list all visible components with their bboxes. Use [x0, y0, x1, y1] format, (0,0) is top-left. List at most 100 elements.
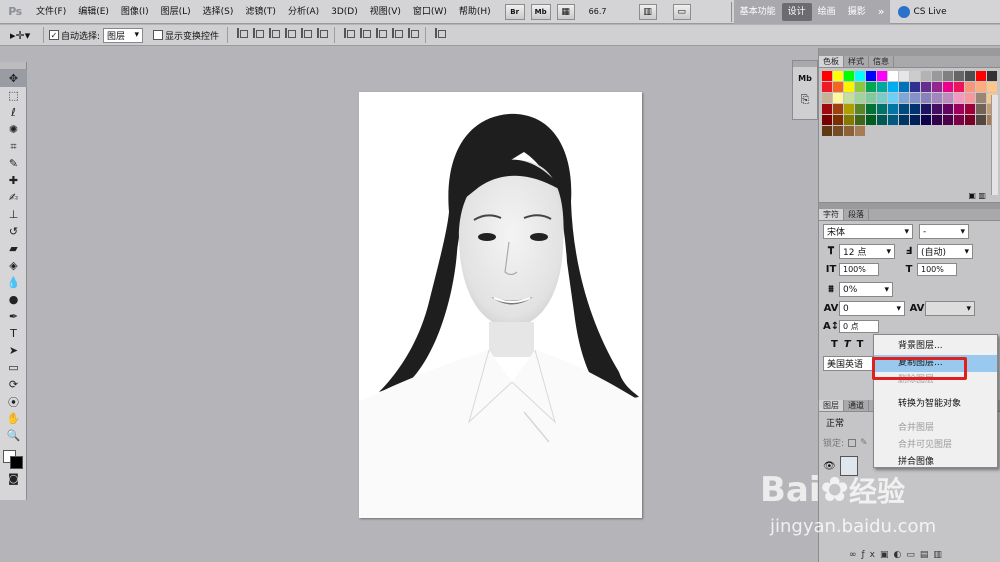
color-swatches[interactable]: [0, 444, 26, 470]
swatch[interactable]: [976, 115, 986, 125]
align-icon-1[interactable]: [251, 27, 265, 39]
swatch-buttons[interactable]: ▣ ▥: [968, 191, 986, 200]
swatch[interactable]: [822, 126, 832, 136]
zoom-tool-icon[interactable]: 🔍: [0, 427, 27, 444]
blend-mode-dropdown[interactable]: 正常: [823, 415, 873, 430]
arrange-icon[interactable]: ▥: [638, 3, 657, 20]
swatch[interactable]: [943, 82, 953, 92]
swatch[interactable]: [954, 71, 964, 81]
align-icon-7[interactable]: [358, 27, 372, 39]
align-icon-3[interactable]: [283, 27, 297, 39]
pen-tool-icon[interactable]: ✒: [0, 308, 27, 325]
swatch[interactable]: [866, 82, 876, 92]
show-transform-checkbox[interactable]: [153, 30, 164, 40]
swatch[interactable]: [899, 71, 909, 81]
mini-bridge-button[interactable]: Mb: [530, 3, 551, 20]
mini-bridge-panel-icon[interactable]: Mb: [793, 67, 817, 89]
screen-mode-icon[interactable]: ▭: [672, 3, 691, 20]
swatch[interactable]: [976, 93, 986, 103]
align-icon-2[interactable]: [267, 27, 281, 39]
swatch[interactable]: [855, 104, 865, 114]
swatch[interactable]: [855, 115, 865, 125]
lock-pixels-icon[interactable]: ✎: [860, 438, 868, 448]
swatch[interactable]: [932, 82, 942, 92]
workspace-design[interactable]: 设计: [781, 2, 812, 21]
menu-item-7[interactable]: 3D(D): [325, 0, 364, 24]
swatch[interactable]: [822, 82, 832, 92]
tab-char-tabs-0[interactable]: 字符: [819, 209, 844, 220]
workspace-photo[interactable]: 摄影: [842, 0, 872, 24]
tab-color-tabs-1[interactable]: 样式: [844, 56, 869, 67]
crop-tool-icon[interactable]: ⌗: [0, 138, 27, 155]
swatch[interactable]: [910, 115, 920, 125]
align-icon-4[interactable]: [299, 27, 313, 39]
workspace-paint[interactable]: 绘画: [812, 0, 842, 24]
shape-tool-icon[interactable]: ▭: [0, 359, 27, 376]
swatch[interactable]: [877, 104, 887, 114]
3d-rotate-tool-icon[interactable]: ⟳: [0, 376, 27, 393]
lock-transparency-icon[interactable]: [848, 438, 857, 447]
quick-mask-icon[interactable]: ◙: [0, 470, 27, 487]
swatch[interactable]: [965, 104, 975, 114]
swatch[interactable]: [910, 82, 920, 92]
context-menu-item-7[interactable]: 合并可见图层: [874, 437, 997, 454]
swatch[interactable]: [943, 115, 953, 125]
zoom-level[interactable]: 66.7: [589, 7, 633, 16]
bucket-tool-icon[interactable]: ◈: [0, 257, 27, 274]
type-tool-icon[interactable]: T: [0, 325, 27, 342]
swatch[interactable]: [965, 93, 975, 103]
cs-live-button[interactable]: CS Live: [898, 5, 947, 18]
swatch[interactable]: [866, 115, 876, 125]
auto-select-dropdown[interactable]: 图层 ▾: [103, 27, 144, 43]
swatch[interactable]: [888, 115, 898, 125]
view-extras-icon[interactable]: ▦: [556, 3, 575, 20]
swatch[interactable]: [888, 71, 898, 81]
bridge-button[interactable]: Br: [504, 3, 525, 20]
swatch[interactable]: [987, 71, 997, 81]
tracking-pct-dropdown[interactable]: 0% ▾: [839, 282, 893, 297]
swatch[interactable]: [822, 71, 832, 81]
align-icon-0[interactable]: [235, 27, 249, 39]
swatch[interactable]: [954, 82, 964, 92]
swatch[interactable]: [844, 126, 854, 136]
swatch[interactable]: [932, 71, 942, 81]
tracking-dropdown[interactable]: ▾: [925, 301, 975, 316]
swatch[interactable]: [965, 82, 975, 92]
swatch[interactable]: [855, 93, 865, 103]
swatch[interactable]: [877, 82, 887, 92]
swatch[interactable]: [899, 115, 909, 125]
kerning-dropdown[interactable]: 0 ▾: [839, 301, 905, 316]
font-style-dropdown[interactable]: - ▾: [919, 224, 969, 239]
swatch[interactable]: [877, 93, 887, 103]
swatches-scrollbar[interactable]: [991, 95, 998, 195]
eraser-tool-icon[interactable]: ▰: [0, 240, 27, 257]
dodge-tool-icon[interactable]: ●: [0, 291, 27, 308]
context-menu-item-6[interactable]: 合并图层: [874, 420, 997, 437]
swatch[interactable]: [976, 104, 986, 114]
brush-tool-icon[interactable]: ✍: [0, 189, 27, 206]
swatch[interactable]: [833, 71, 843, 81]
lasso-tool-icon[interactable]: ℓ: [0, 104, 27, 121]
swatch[interactable]: [855, 82, 865, 92]
swatch[interactable]: [844, 71, 854, 81]
swatch[interactable]: [833, 82, 843, 92]
swatch[interactable]: [866, 93, 876, 103]
swatch[interactable]: [910, 71, 920, 81]
swatch[interactable]: [976, 82, 986, 92]
menu-item-10[interactable]: 帮助(H): [453, 0, 497, 24]
swatch[interactable]: [976, 71, 986, 81]
vertical-scale-input[interactable]: 100%: [839, 263, 879, 276]
tab-color-tabs-0[interactable]: 色板: [819, 56, 844, 67]
swatch[interactable]: [921, 93, 931, 103]
swatch[interactable]: [932, 93, 942, 103]
swatch[interactable]: [866, 104, 876, 114]
align-icon-10[interactable]: [406, 27, 420, 39]
swatch[interactable]: [844, 115, 854, 125]
align-icon-11[interactable]: [433, 27, 447, 39]
3d-orbit-tool-icon[interactable]: ⦿: [0, 393, 27, 410]
workspace-more-button[interactable]: »: [872, 0, 891, 24]
swatch[interactable]: [932, 104, 942, 114]
menu-item-9[interactable]: 窗口(W): [407, 0, 453, 24]
align-icon-6[interactable]: [342, 27, 356, 39]
swatch[interactable]: [833, 126, 843, 136]
